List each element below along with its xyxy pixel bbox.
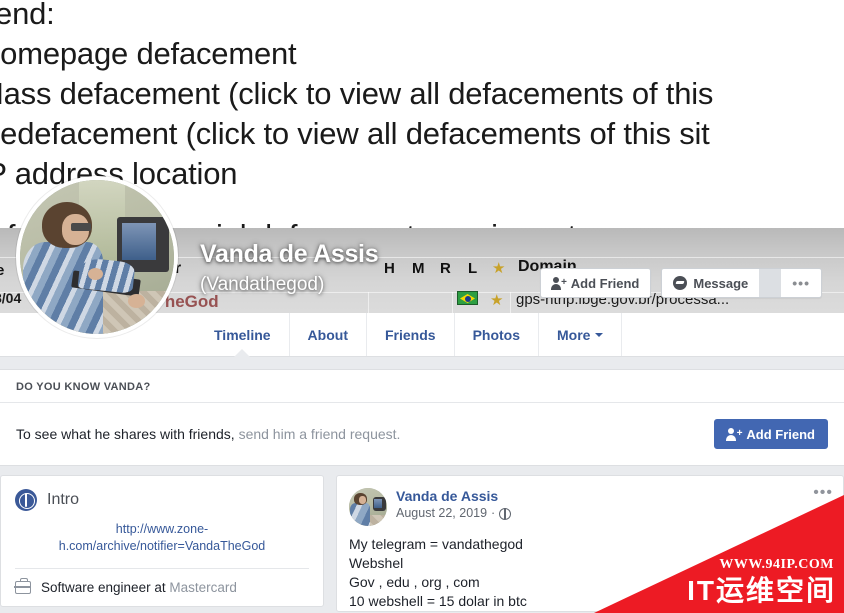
strip-col-r: R	[440, 260, 451, 277]
person-add-icon-white: +	[726, 427, 742, 441]
strip-left-letter: e	[0, 262, 5, 279]
messenger-icon	[673, 276, 688, 290]
ellipsis-icon: •••	[792, 275, 810, 291]
brazil-flag-icon	[457, 291, 478, 305]
intro-work-row: Software engineer at Mastercard	[1, 569, 323, 606]
add-friend-button[interactable]: + Add Friend	[714, 419, 828, 449]
profile-nickname: (Vandathegod)	[200, 274, 325, 295]
tab-timeline-label: Timeline	[214, 326, 271, 343]
tab-photos[interactable]: Photos	[455, 313, 540, 356]
post-date[interactable]: August 22, 2019	[396, 505, 487, 522]
strip-col-h: H	[384, 260, 395, 277]
strip-col-l: L	[468, 260, 478, 277]
person-add-icon: +	[550, 276, 567, 290]
post-avatar-body	[349, 503, 370, 526]
do-you-know-header: DO YOU KNOW VANDA?	[0, 370, 844, 403]
post-body-line-1: Webshel	[349, 555, 404, 571]
right-column: ••• Vanda de Assis August 22, 2019 · My …	[336, 475, 844, 613]
tab-timeline[interactable]: Timeline	[196, 313, 290, 356]
tab-about-label: About	[307, 326, 348, 343]
post-menu-button[interactable]: •••	[813, 484, 833, 502]
avatar-hand-right	[127, 293, 145, 308]
tab-more[interactable]: More	[539, 313, 623, 356]
strip-col-m: M	[412, 260, 425, 277]
post-body-line-2: Gov , edu , org , com	[349, 574, 480, 590]
friend-request-text: To see what he shares with friends, send…	[16, 426, 400, 442]
avatar-screen	[121, 223, 156, 261]
left-column: Intro http://www.zone-h.com/archive/noti…	[0, 475, 324, 613]
intro-work-text: Software engineer at Mastercard	[41, 580, 237, 595]
intro-employer-link[interactable]: Mastercard	[169, 580, 237, 595]
legend-line-3: Redefacement (click to view all defaceme…	[0, 116, 710, 151]
add-friend-button-cover[interactable]: + Add Friend	[539, 268, 652, 298]
message-button-group: Message •••	[661, 268, 822, 298]
facebook-profile-page: gend: Homepage defacement Mass defacemen…	[0, 0, 844, 613]
intro-card: Intro http://www.zone-h.com/archive/noti…	[0, 475, 324, 607]
do-you-know-body: To see what he shares with friends, send…	[0, 403, 844, 465]
message-button[interactable]: Message	[662, 269, 759, 297]
post-author-name[interactable]: Vanda de Assis	[396, 488, 511, 505]
add-friend-label-cover: Add Friend	[570, 275, 640, 291]
legend-line-0: gend:	[0, 0, 55, 31]
star-icon-row: ★	[490, 292, 504, 309]
post: ••• Vanda de Assis August 22, 2019 · My …	[337, 476, 843, 611]
post-body-line-3: 10 webshell = 15 dolar in btc	[349, 593, 527, 609]
send-friend-request-link[interactable]: send him a friend request.	[239, 426, 401, 442]
briefcase-icon	[14, 578, 31, 594]
legend-line-2: Mass defacement (click to view all defac…	[0, 76, 714, 111]
chevron-down-icon	[595, 332, 604, 337]
add-friend-label: Add Friend	[746, 426, 815, 442]
tab-about[interactable]: About	[290, 313, 367, 356]
more-options-button[interactable]: •••	[781, 269, 821, 297]
post-header-text: Vanda de Assis August 22, 2019 ·	[396, 488, 512, 522]
tab-photos-label: Photos	[472, 326, 521, 343]
star-icon-header: ★	[492, 260, 506, 277]
button-divider	[759, 269, 782, 297]
intro-work-prefix: Software engineer at	[41, 580, 170, 595]
strip-date-fragment: 8/04	[0, 290, 22, 306]
post-card: ••• Vanda de Assis August 22, 2019 · My …	[336, 475, 844, 612]
intro-website-link[interactable]: http://www.zone-h.com/archive/notifier=V…	[1, 517, 323, 568]
profile-avatar[interactable]	[16, 176, 178, 338]
post-body-line-0: My telegram = vandathegod	[349, 536, 523, 552]
intro-header: Intro	[1, 476, 323, 517]
intro-title: Intro	[47, 491, 80, 508]
message-label: Message	[693, 275, 749, 291]
post-meta: August 22, 2019 ·	[396, 505, 512, 522]
do-you-know-card: DO YOU KNOW VANDA? To see what he shares…	[0, 369, 844, 466]
tab-friends-label: Friends	[384, 326, 436, 343]
post-header: Vanda de Assis August 22, 2019 ·	[349, 488, 831, 526]
post-author-avatar[interactable]	[349, 488, 387, 526]
friend-request-text-prefix: To see what he shares with friends,	[16, 426, 239, 442]
globe-icon-privacy[interactable]	[499, 507, 512, 520]
cover-action-buttons: + Add Friend Message •••	[539, 268, 822, 298]
post-meta-separator: ·	[491, 506, 496, 520]
globe-icon	[15, 489, 37, 511]
post-avatar-face	[359, 496, 367, 504]
profile-name: Vanda de Assis	[200, 240, 379, 268]
avatar-hand-left	[87, 267, 104, 281]
tab-friends[interactable]: Friends	[367, 313, 455, 356]
tab-more-label: More	[557, 326, 591, 343]
post-avatar-screen	[374, 498, 383, 508]
legend-line-1: Homepage defacement	[0, 36, 297, 71]
post-body: My telegram = vandathegod Webshel Gov , …	[349, 535, 831, 611]
profile-main-content: Intro http://www.zone-h.com/archive/noti…	[0, 475, 844, 613]
avatar-person-arm	[77, 257, 136, 294]
avatar-glasses	[70, 223, 91, 231]
